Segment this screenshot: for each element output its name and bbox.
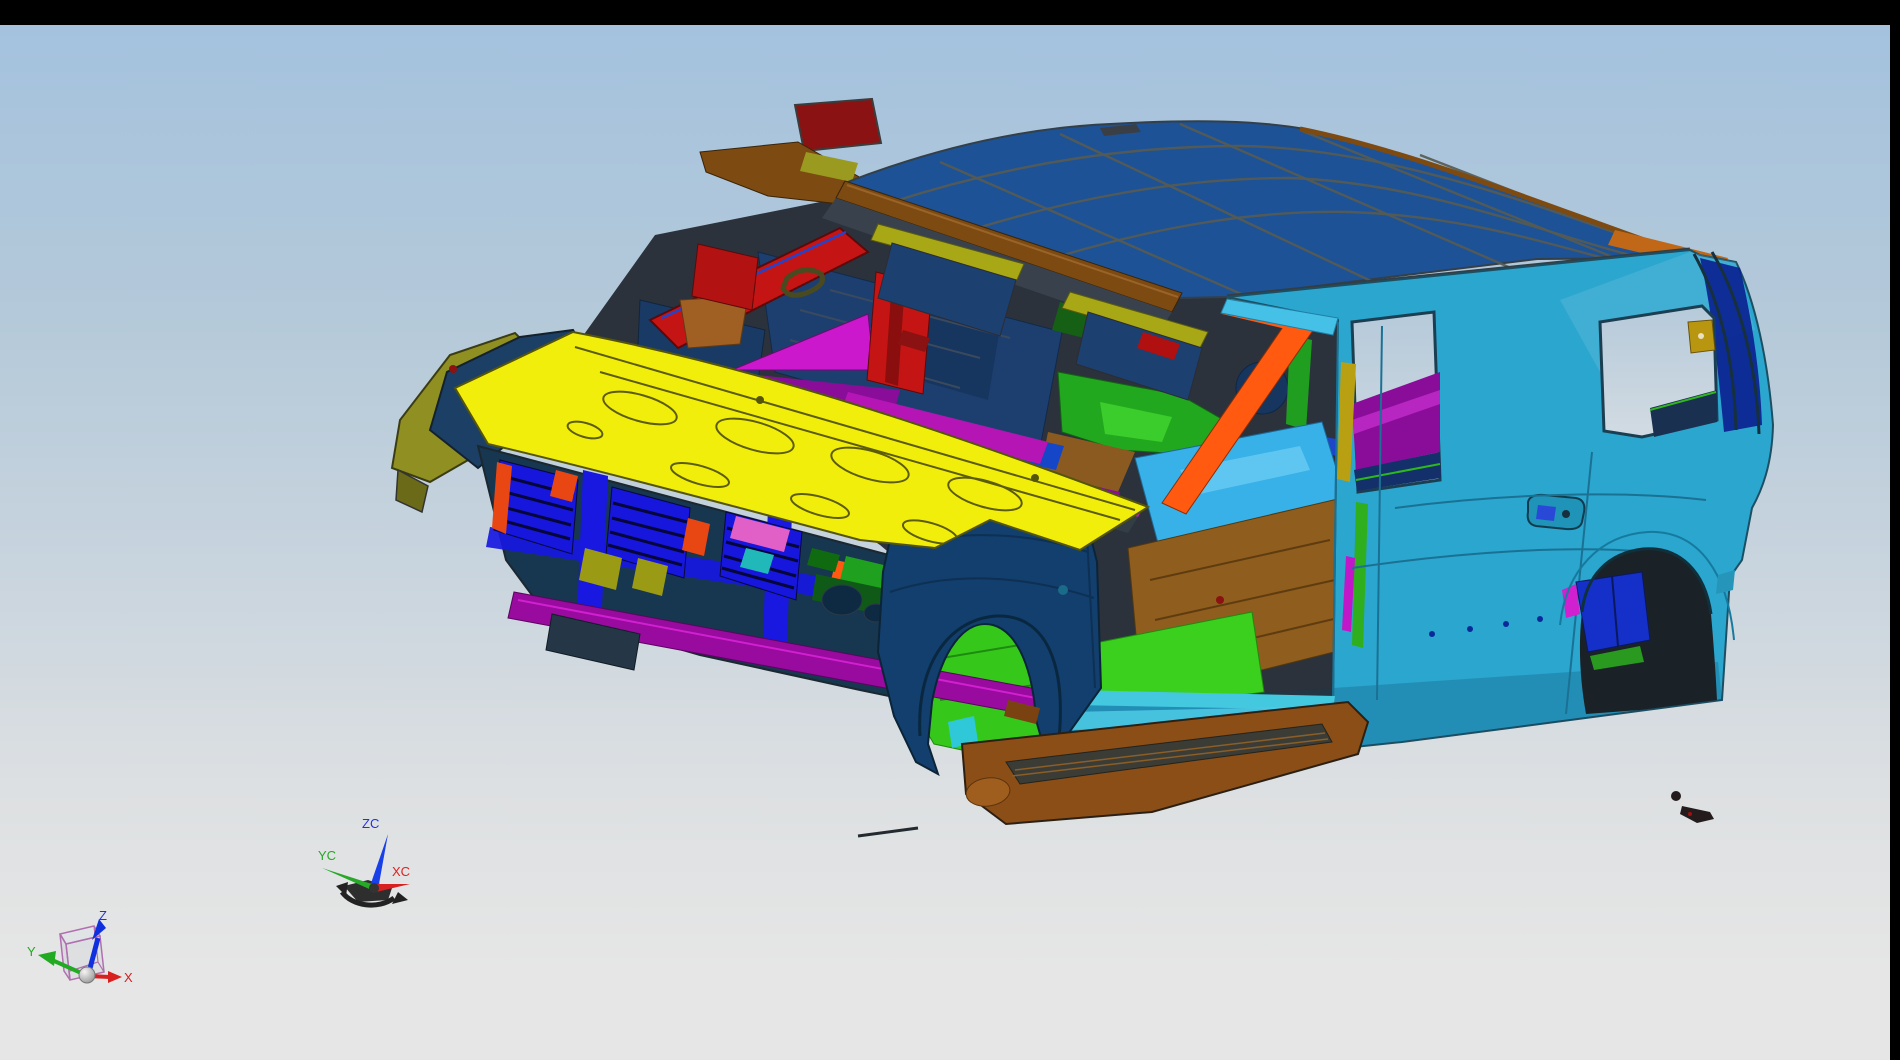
floor-red-dot: [1216, 596, 1224, 604]
wcs-zc-axis[interactable]: [370, 834, 388, 886]
cad-application-window: ZC YC XC Z Y X: [0, 0, 1900, 1060]
handle-blue-part: [1536, 505, 1556, 521]
view-orientation-triad[interactable]: Z Y X: [27, 908, 133, 985]
car-body-model[interactable]: [392, 99, 1773, 836]
rear-door-window[interactable]: [1352, 312, 1441, 492]
right-window-bar: [1890, 0, 1900, 1060]
wcs-zc-label: ZC: [362, 816, 379, 831]
handle-recess[interactable]: [1528, 495, 1585, 529]
z-axis-label: Z: [99, 908, 107, 923]
bolt-dot: [1503, 621, 1509, 627]
header-end-red-piece[interactable]: [795, 99, 881, 151]
bolt-dot: [1429, 631, 1435, 637]
door-handle[interactable]: [1528, 495, 1585, 529]
wcs-arc-arrow-2: [392, 892, 408, 904]
quarter-window[interactable]: [1600, 306, 1717, 437]
wcs-xc-axis[interactable]: [374, 884, 410, 892]
floating-nut[interactable]: [1671, 791, 1681, 801]
bracket-hole: [1698, 333, 1704, 339]
bolt-dot: [1467, 626, 1473, 632]
frame-horn-hole-1: [822, 585, 862, 615]
bolt-dot: [1537, 616, 1543, 622]
wcs-xc-label: XC: [392, 864, 410, 879]
x-axis-head: [108, 971, 122, 983]
wcs-yc-label: YC: [318, 848, 336, 863]
y-axis-head: [38, 951, 56, 966]
handle-keyhole: [1562, 510, 1570, 518]
cap-red-bolt: [449, 365, 457, 373]
floating-red-dot: [1688, 812, 1692, 816]
wcs-triad[interactable]: ZC YC XC: [318, 816, 410, 905]
y-axis-label: Y: [27, 944, 36, 959]
graphics-viewport[interactable]: ZC YC XC Z Y X: [0, 0, 1900, 1060]
triad-origin-ball[interactable]: [79, 967, 95, 983]
fender-hole: [1058, 585, 1068, 595]
top-window-bar: [0, 0, 1900, 25]
x-axis-label: X: [124, 970, 133, 985]
wcs-origin[interactable]: [369, 883, 379, 893]
small-floating-parts[interactable]: [1671, 791, 1714, 823]
underbody-rod: [858, 828, 918, 836]
floating-bracket[interactable]: [1680, 806, 1714, 823]
